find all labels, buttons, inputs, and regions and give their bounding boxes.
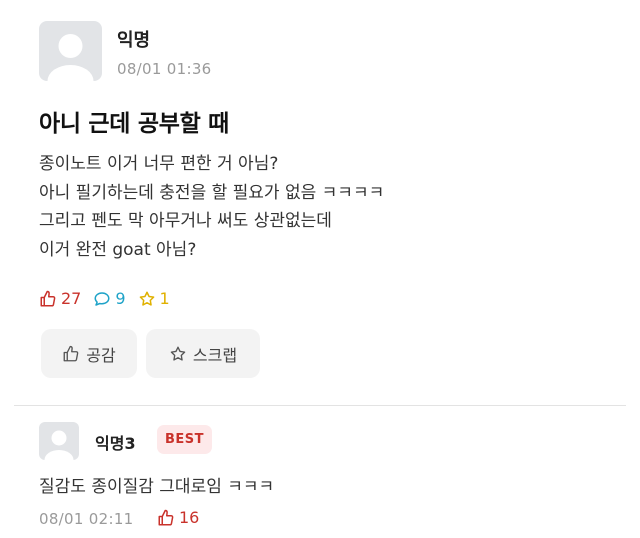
star-icon: [170, 346, 186, 361]
best-badge: BEST: [157, 425, 212, 454]
comment-avatar: [39, 422, 79, 460]
post-body-line: 이거 완전 goat 아님?: [39, 239, 197, 260]
post-author: 익명: [117, 30, 151, 51]
scrap-button-label: 스크랩: [192, 345, 238, 365]
comment-author: 익명3: [95, 434, 136, 453]
like-count: 27: [39, 289, 81, 308]
post-stats: 27 9 1: [39, 289, 182, 308]
comment-count-value: 9: [115, 289, 126, 308]
like-button-label: 공감: [86, 345, 116, 365]
comment-count: 9: [93, 289, 126, 308]
avatar-placeholder-icon: [44, 430, 74, 460]
post-body-line: 아니 필기하는데 충전을 할 필요가 없음 ㅋㅋㅋㅋ: [39, 182, 385, 203]
divider: [14, 405, 626, 406]
author-avatar: [39, 21, 102, 81]
speech-bubble-icon: [94, 291, 110, 306]
post-body-line: 그리고 펜도 막 아무거나 써도 상관없는데: [39, 211, 332, 231]
post-body-line: 종이노트 이거 너무 편한 거 아님?: [39, 154, 279, 174]
star-icon: [139, 291, 154, 306]
scrap-count-value: 1: [159, 289, 170, 308]
comment-like-button[interactable]: 16: [157, 508, 199, 527]
like-button[interactable]: 공감: [41, 329, 137, 378]
comment-date: 08/01 02:11: [39, 510, 134, 528]
comment-like-count: 16: [179, 508, 200, 527]
thumbs-up-icon: [40, 290, 56, 306]
post-date: 08/01 01:36: [117, 60, 212, 78]
scrap-count: 1: [138, 289, 170, 308]
thumbs-up-icon: [63, 345, 79, 361]
scrap-button[interactable]: 스크랩: [146, 329, 260, 378]
post-body: 종이노트 이거 너무 편한 거 아님? 아니 필기하는데 충전을 할 필요가 없…: [39, 150, 619, 264]
post-title: 아니 근데 공부할 때: [39, 111, 230, 137]
like-count-value: 27: [61, 289, 82, 308]
comment-body: 질감도 종이질감 그대로임 ㅋㅋㅋ: [39, 477, 275, 497]
avatar-placeholder-icon: [47, 34, 94, 81]
thumbs-up-icon: [158, 509, 174, 525]
